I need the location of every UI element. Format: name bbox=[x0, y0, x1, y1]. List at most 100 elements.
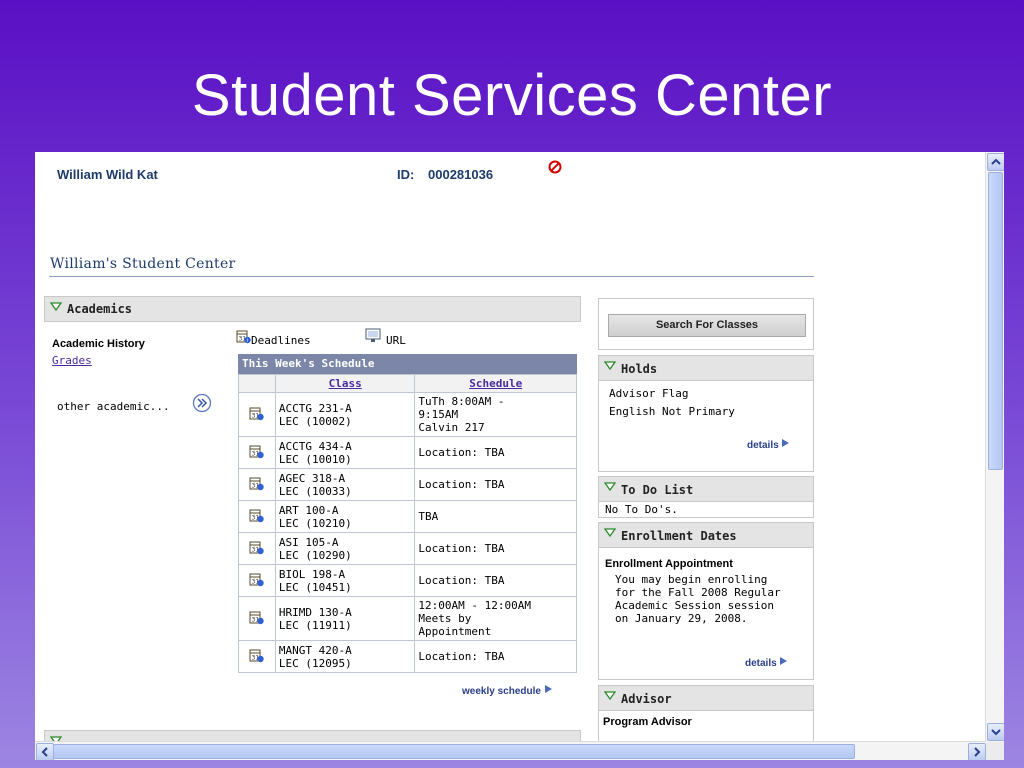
section-label: Academics bbox=[67, 302, 133, 316]
class-cell: AGEC 318-A LEC (10033) bbox=[274, 468, 416, 501]
url-link[interactable]: URL bbox=[386, 334, 406, 347]
academics-section-header[interactable]: Academics bbox=[44, 296, 581, 322]
holds-details-link[interactable]: details bbox=[747, 438, 790, 451]
schedule-line: Location: TBA bbox=[418, 650, 505, 663]
holds-header[interactable]: Holds bbox=[599, 356, 813, 381]
enrollment-dates-panel: Enrollment Dates Enrollment Appointment … bbox=[598, 522, 814, 680]
class-calendar-icon[interactable]: 31 bbox=[249, 444, 265, 459]
row-icon-cell: 31 bbox=[238, 500, 276, 533]
class-calendar-icon[interactable]: 31 bbox=[249, 406, 265, 421]
chevron-up-icon bbox=[991, 158, 1001, 165]
page-content: William Wild Kat ID: 000281036 William's… bbox=[35, 152, 986, 742]
table-row: 31 BIOL 198-A LEC (10451) Location: TBA bbox=[238, 564, 577, 597]
no-entry-icon[interactable] bbox=[548, 160, 562, 174]
scrollbar-corner bbox=[986, 742, 1004, 760]
schedule-title: This Week's Schedule bbox=[238, 354, 577, 374]
chevron-right-icon bbox=[974, 747, 981, 757]
schedule-cell: TBA bbox=[414, 500, 577, 533]
class-calendar-icon[interactable]: 31 bbox=[249, 508, 265, 523]
enrollment-appointment-heading: Enrollment Appointment bbox=[605, 558, 733, 570]
go-arrow-icon[interactable] bbox=[192, 393, 212, 413]
vertical-scroll-thumb[interactable] bbox=[988, 172, 1003, 470]
holds-panel: Holds Advisor Flag English Not Primary d… bbox=[598, 355, 814, 472]
class-cell: ACCTG 231-A LEC (10002) bbox=[274, 392, 416, 437]
row-icon-cell: 31 bbox=[238, 564, 276, 597]
weekly-schedule-table: This Week's Schedule Class Schedule 31 AC… bbox=[238, 354, 577, 673]
schedule-line: Meets by bbox=[418, 612, 472, 625]
weekly-schedule-link[interactable]: weekly schedule bbox=[462, 684, 553, 697]
row-icon-cell: 31 bbox=[238, 532, 276, 565]
collapse-triangle-icon bbox=[604, 528, 616, 538]
title-divider bbox=[49, 276, 814, 277]
url-monitor-icon bbox=[365, 328, 381, 342]
class-calendar-icon[interactable]: 31 bbox=[249, 648, 265, 663]
class-line: ACCTG 434-A bbox=[278, 439, 352, 453]
todo-label: To Do List bbox=[621, 483, 694, 497]
deadlines-link[interactable]: Deadlines bbox=[251, 334, 311, 347]
schedule-cell: Location: TBA bbox=[414, 564, 577, 597]
play-arrow-icon bbox=[780, 657, 788, 665]
class-line: LEC (10290) bbox=[278, 548, 352, 562]
scroll-down-button[interactable] bbox=[987, 723, 1004, 741]
enrollment-line: You may begin enrolling bbox=[615, 573, 768, 586]
enrollment-line: Academic Session session bbox=[615, 599, 774, 612]
schedule-line: TBA bbox=[418, 510, 439, 523]
schedule-cell: TuTh 8:00AM -9:15AM Calvin 217 bbox=[414, 392, 577, 437]
class-line: LEC (10033) bbox=[278, 484, 352, 498]
horizontal-scrollbar[interactable] bbox=[35, 741, 986, 760]
scroll-left-button[interactable] bbox=[36, 743, 54, 760]
schedule-line: Calvin 217 bbox=[418, 421, 485, 434]
enrollment-line: for the Fall 2008 Regular bbox=[615, 586, 781, 599]
advisor-header[interactable]: Advisor bbox=[599, 686, 813, 711]
details-label: details bbox=[747, 440, 779, 451]
chevron-left-icon bbox=[41, 747, 48, 757]
schedule-cell: Location: TBA bbox=[414, 532, 577, 565]
class-calendar-icon[interactable]: 31 bbox=[249, 540, 265, 555]
class-calendar-icon[interactable]: 31 bbox=[249, 572, 265, 587]
vertical-scrollbar[interactable] bbox=[985, 152, 1004, 742]
class-calendar-icon[interactable]: 31 bbox=[249, 610, 265, 625]
program-advisor-heading: Program Advisor bbox=[603, 716, 692, 728]
play-arrow-icon bbox=[544, 685, 552, 693]
table-row: 31 HRIMD 130-A LEC (11911) 12:00AM - 12:00A… bbox=[238, 596, 577, 641]
collapse-triangle-icon bbox=[604, 361, 616, 371]
schedule-line: Location: TBA bbox=[418, 478, 505, 491]
row-icon-cell: 31 bbox=[238, 640, 276, 673]
class-cell: ASI 105-A LEC (10290) bbox=[274, 532, 416, 565]
class-line: LEC (11911) bbox=[278, 618, 352, 632]
class-column-header[interactable]: Class bbox=[274, 374, 416, 393]
schedule-line: TuTh 8:00AM - bbox=[418, 395, 505, 408]
collapse-triangle-icon bbox=[604, 482, 616, 492]
other-academic-select[interactable]: other academic... bbox=[57, 400, 170, 413]
enrollment-header[interactable]: Enrollment Dates bbox=[599, 523, 813, 548]
table-row: 31 ACCTG 231-A LEC (10002) TuTh 8:00AM -9:1… bbox=[238, 392, 577, 437]
svg-text:i: i bbox=[247, 338, 248, 344]
todo-header[interactable]: To Do List bbox=[599, 477, 813, 502]
class-line: HRIMD 130-A bbox=[278, 605, 352, 619]
schedule-line: Location: TBA bbox=[418, 446, 505, 459]
horizontal-scroll-thumb[interactable] bbox=[53, 744, 855, 759]
class-calendar-icon[interactable]: 31 bbox=[249, 476, 265, 491]
schedule-line: Location: TBA bbox=[418, 574, 505, 587]
advisor-label: Advisor bbox=[621, 692, 672, 706]
class-cell: ART 100-A LEC (10210) bbox=[274, 500, 416, 533]
collapse-triangle-icon bbox=[50, 302, 62, 312]
schedule-line: Appointment bbox=[418, 625, 492, 638]
scroll-right-button[interactable] bbox=[968, 743, 986, 760]
class-cell: ACCTG 434-A LEC (10010) bbox=[274, 436, 416, 469]
search-for-classes-button[interactable]: Search For Classes bbox=[608, 314, 806, 337]
class-line: ART 100-A bbox=[278, 503, 339, 517]
details-label: details bbox=[745, 658, 777, 669]
table-row: 31 MANGT 420-A LEC (12095) Location: TBA bbox=[238, 640, 577, 673]
blank-header bbox=[238, 374, 276, 393]
grades-link[interactable]: Grades bbox=[52, 354, 92, 367]
scroll-up-button[interactable] bbox=[987, 153, 1004, 171]
enrollment-details-link[interactable]: details bbox=[745, 656, 788, 669]
class-cell: MANGT 420-A LEC (12095) bbox=[274, 640, 416, 673]
class-line: ASI 105-A bbox=[278, 535, 339, 549]
holds-label: Holds bbox=[621, 362, 658, 376]
schedule-column-header[interactable]: Schedule bbox=[414, 374, 577, 393]
enrollment-label: Enrollment Dates bbox=[621, 529, 737, 543]
collapse-triangle-icon bbox=[604, 691, 616, 701]
schedule-line: Location: TBA bbox=[418, 542, 505, 555]
